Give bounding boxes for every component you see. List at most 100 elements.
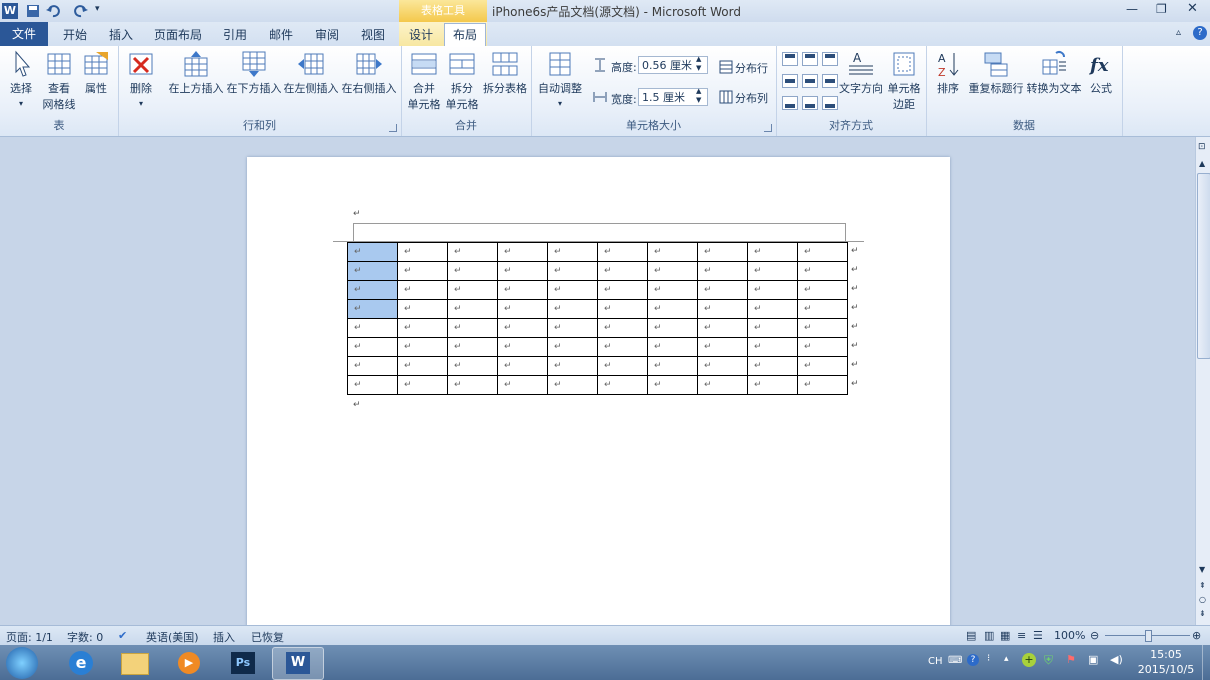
scroll-down-icon[interactable]: ▼ (1199, 565, 1205, 574)
table-cell[interactable]: ↵ (547, 356, 598, 376)
table-cell[interactable]: ↵ (797, 318, 848, 338)
table-cell[interactable]: ↵ (497, 375, 548, 395)
print-layout-icon[interactable]: ▤ (966, 629, 976, 642)
zoom-out-icon[interactable]: ⊖ (1090, 629, 1099, 642)
text-direction-button[interactable]: A 文字方向 (838, 50, 884, 96)
height-spinner-icon[interactable]: ▲ ▼ (696, 55, 701, 73)
restore-icon[interactable]: ❐ (1156, 2, 1167, 16)
table-cell[interactable]: ↵ (447, 375, 498, 395)
table-cell[interactable]: ↵ (397, 318, 448, 338)
rows-columns-launcher-icon[interactable] (389, 124, 397, 132)
split-table-button[interactable]: 拆分表格 (481, 50, 529, 96)
table-cell[interactable]: ↵ (647, 375, 698, 395)
vertical-scrollbar[interactable]: ⊡ ▲ ▼ ⇞ ○ ⇟ (1195, 137, 1210, 625)
table-cell[interactable]: ↵ (797, 337, 848, 357)
properties-button[interactable]: 属性 (80, 50, 112, 96)
ribbon-collapse-icon[interactable]: ▵ (1176, 27, 1181, 38)
table-cell[interactable]: ↵ (647, 261, 698, 281)
table-cell[interactable]: ↵ (347, 299, 398, 319)
table-cell[interactable]: ↵ (747, 299, 798, 319)
table-cell[interactable]: ↵ (697, 242, 748, 262)
table-cell[interactable]: ↵ (447, 318, 498, 338)
scroll-thumb[interactable] (1197, 173, 1210, 359)
cell-margins-button[interactable]: 单元格 边距 (886, 50, 922, 112)
table-cell[interactable]: ↵ (647, 242, 698, 262)
table-cell[interactable]: ↵ (347, 337, 398, 357)
table-cell[interactable]: ↵ (797, 280, 848, 300)
align-cell-button[interactable] (782, 52, 798, 66)
table-cell[interactable]: ↵ (447, 261, 498, 281)
status-words[interactable]: 字数: 0 (67, 629, 103, 645)
table-cell[interactable]: ↵ (347, 261, 398, 281)
insert-left-button[interactable]: 在左侧插入 (283, 50, 339, 96)
table-cell[interactable]: ↵ (597, 261, 648, 281)
tab-references[interactable]: 引用 (214, 24, 256, 46)
table-cell[interactable]: ↵ (647, 318, 698, 338)
align-cell-button[interactable] (822, 74, 838, 88)
table-cell[interactable]: ↵ (347, 356, 398, 376)
table-cell[interactable]: ↵ (347, 242, 398, 262)
table-cell[interactable]: ↵ (547, 337, 598, 357)
status-language[interactable]: 英语(美国) (146, 629, 199, 645)
align-cell-button[interactable] (802, 74, 818, 88)
table-cell[interactable]: ↵ (597, 242, 648, 262)
select-button[interactable]: 选择 ▾ (4, 50, 38, 109)
table-cell[interactable]: ↵ (447, 299, 498, 319)
redo-icon[interactable] (74, 4, 88, 18)
network-icon[interactable]: ▣ (1088, 653, 1098, 666)
delete-button[interactable]: 删除 ▾ (124, 50, 158, 109)
table-cell[interactable]: ↵ (547, 375, 598, 395)
keyboard-icon[interactable]: ⌨ (948, 655, 962, 666)
table-cell[interactable]: ↵ (697, 318, 748, 338)
table-cell[interactable]: ↵ (347, 280, 398, 300)
merge-cells-button[interactable]: 合并 单元格 (407, 50, 441, 112)
formula-button[interactable]: fx 公式 (1084, 50, 1118, 96)
table-cell[interactable]: ↵ (497, 261, 548, 281)
document-table[interactable]: ↵ ↵ ↵ ↵ ↵ ↵ ↵ ↵ ↵ ↵ ↵ ↵ ↵ ↵ ↵ ↵ ↵ ↵ ↵ ↵ ↵ ↵ ↵ ↵ ↵ ↵ ↵ ↵ ↵ ↵ ↵ ↵ ↵ ↵ ↵ ↵ ↵ ↵ ↵ ↵… (347, 242, 848, 395)
table-cell[interactable]: ↵ (697, 280, 748, 300)
table-cell[interactable]: ↵ (747, 337, 798, 357)
table-cell[interactable]: ↵ (497, 337, 548, 357)
sort-button[interactable]: AZ 排序 (932, 50, 964, 96)
tab-home[interactable]: 开始 (55, 24, 95, 46)
table-cell[interactable]: ↵ (597, 356, 648, 376)
align-cell-button[interactable] (822, 96, 838, 110)
table-cell[interactable]: ↵ (497, 318, 548, 338)
table-cell[interactable]: ↵ (397, 261, 448, 281)
photoshop-taskbar-icon[interactable]: Ps (218, 647, 268, 678)
distribute-rows-button[interactable]: 分布行 (735, 60, 768, 76)
table-cell[interactable]: ↵ (547, 242, 598, 262)
ruler-toggle-icon[interactable]: ⊡ (1198, 142, 1206, 152)
table-cell[interactable]: ↵ (447, 280, 498, 300)
split-cells-button[interactable]: 拆分 单元格 (445, 50, 479, 112)
align-cell-button[interactable] (782, 74, 798, 88)
convert-to-text-button[interactable]: 转换为文本 (1026, 50, 1082, 96)
width-spinner-icon[interactable]: ▲ ▼ (696, 87, 701, 105)
table-cell[interactable]: ↵ (697, 261, 748, 281)
tray-options-icon[interactable]: ⁝ (987, 653, 990, 664)
table-cell[interactable]: ↵ (747, 261, 798, 281)
word-taskbar-icon[interactable]: W (272, 647, 324, 680)
table-cell[interactable]: ↵ (797, 299, 848, 319)
table-cell[interactable]: ↵ (797, 375, 848, 395)
close-icon[interactable]: ✕ (1187, 1, 1198, 16)
table-cell[interactable]: ↵ (497, 280, 548, 300)
tab-mailings[interactable]: 邮件 (260, 24, 302, 46)
table-cell[interactable]: ↵ (647, 356, 698, 376)
view-gridlines-button[interactable]: 查看 网格线 (40, 50, 78, 112)
web-layout-icon[interactable]: ▦ (1000, 629, 1010, 642)
table-cell[interactable]: ↵ (697, 337, 748, 357)
help-icon[interactable]: ? (1193, 26, 1207, 40)
draft-view-icon[interactable]: ☰ (1033, 629, 1043, 642)
table-cell[interactable]: ↵ (397, 375, 448, 395)
table-cell[interactable]: ↵ (697, 356, 748, 376)
table-cell[interactable]: ↵ (547, 299, 598, 319)
table-cell[interactable]: ↵ (747, 375, 798, 395)
table-cell[interactable]: ↵ (347, 375, 398, 395)
insert-right-button[interactable]: 在右侧插入 (340, 50, 398, 96)
volume-icon[interactable]: ◀) (1110, 653, 1123, 666)
tray-shield-icon[interactable]: ⛨ (1044, 653, 1053, 668)
show-hidden-icons[interactable]: ▴ (1004, 654, 1009, 664)
clock-time[interactable]: 15:05 (1138, 648, 1194, 661)
table-cell[interactable]: ↵ (397, 280, 448, 300)
